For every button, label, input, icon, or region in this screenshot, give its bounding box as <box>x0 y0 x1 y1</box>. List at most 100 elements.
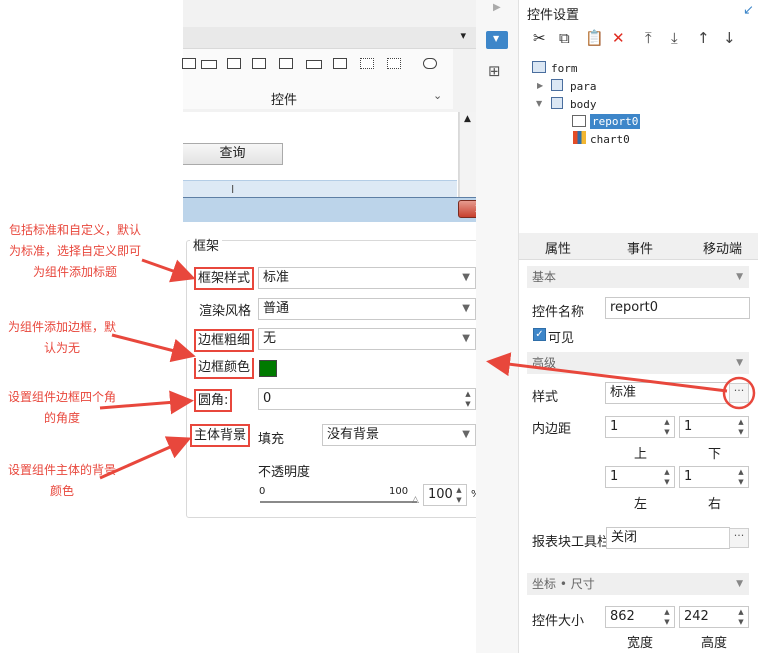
delete-icon[interactable]: ✕ <box>612 29 625 47</box>
advanced-section-header[interactable]: 高级 ▼ <box>527 352 749 374</box>
basic-section-header[interactable]: 基本 ▼ <box>527 266 749 288</box>
spinner-arrows-icon[interactable]: ▲ ▼ <box>662 417 672 437</box>
spinner-arrows-icon[interactable]: ▲ ▼ <box>736 467 746 487</box>
width-input[interactable]: 862 ▲ ▼ <box>605 606 675 628</box>
chevron-down-icon[interactable]: ⌄ <box>433 89 442 102</box>
textbox-widget-icon[interactable] <box>182 58 196 69</box>
collapse-icon[interactable]: ▾ <box>460 29 466 42</box>
padding-bottom-caption: 下 <box>708 447 722 462</box>
layout-tab-icon[interactable]: ⊞ <box>488 62 501 80</box>
tree-item-para[interactable]: para <box>570 80 597 93</box>
corner-radius-label: 圆角: <box>194 389 233 412</box>
query-button[interactable]: 查询 <box>183 143 283 165</box>
fill-label: 填充 <box>258 432 285 447</box>
radio-widget-icon[interactable] <box>360 58 374 69</box>
height-value: 242 <box>684 609 709 624</box>
spinner-arrows-icon[interactable]: ▲ ▼ <box>662 607 672 627</box>
visible-checkbox[interactable]: ✓ <box>533 328 546 341</box>
spinner-arrows-icon[interactable]: ▲ ▼ <box>662 467 672 487</box>
size-section-header[interactable]: 坐标 • 尺寸 ▼ <box>527 573 749 595</box>
frame-style-select[interactable]: 标准 ▼ <box>258 267 476 289</box>
textarea-widget-icon[interactable] <box>333 58 347 69</box>
style-label: 样式 <box>532 390 559 405</box>
report-toolbar-more-button[interactable]: ··· <box>729 528 749 548</box>
query-widget-icon[interactable] <box>423 58 437 69</box>
border-width-select[interactable]: 无 ▼ <box>258 328 476 350</box>
tab-attributes[interactable]: 属性 <box>545 238 571 257</box>
tab-mobile[interactable]: 移动端 <box>703 238 742 257</box>
chevron-down-icon: ▼ <box>462 429 470 440</box>
chevron-down-icon: ▼ <box>462 272 470 283</box>
body-icon <box>551 97 563 109</box>
move-down-icon[interactable]: ↓ <box>723 29 736 47</box>
padding-right-value: 1 <box>684 469 693 484</box>
body-background-select[interactable]: 没有背景 ▼ <box>322 424 476 446</box>
body-background-value: 没有背景 <box>327 427 380 442</box>
tree-item-body[interactable]: body <box>570 98 597 111</box>
move-top-icon[interactable]: ⤒ <box>645 29 652 47</box>
button-widget-icon[interactable] <box>201 60 217 69</box>
visible-label: 可见 <box>548 331 575 346</box>
chart-icon <box>573 131 586 144</box>
widget-size-label: 控件大小 <box>532 614 585 629</box>
widget-name-label: 控件名称 <box>532 305 585 320</box>
padding-left-input[interactable]: 1 ▲ ▼ <box>605 466 675 488</box>
opacity-slider[interactable] <box>260 501 417 503</box>
opacity-slider-thumb[interactable]: △ <box>412 495 420 505</box>
size-section-title: 坐标 • 尺寸 <box>532 577 595 591</box>
report-toolbar-input[interactable]: 关闭 <box>606 527 730 549</box>
move-bottom-icon[interactable]: ⤓ <box>671 29 678 47</box>
border-color-swatch[interactable] <box>259 360 277 377</box>
date-widget-icon[interactable] <box>252 58 266 69</box>
spinner-arrows-icon[interactable]: ▲ ▼ <box>454 485 464 505</box>
chevron-down-icon: ▼ <box>462 333 470 344</box>
expand-arrow-icon[interactable]: ▶ <box>493 2 501 13</box>
widget-settings-tab-icon[interactable]: ▼ <box>486 31 508 49</box>
render-style-value: 普通 <box>263 301 290 316</box>
border-width-value: 无 <box>263 331 277 346</box>
annotation-frame-style: 包括标准和自定义，默认为标准，选择自定义即可为组件添加标题 <box>8 223 141 279</box>
chevron-down-icon: ▼ <box>462 303 470 314</box>
scroll-up-icon[interactable]: ▲ <box>464 114 471 124</box>
spinner-arrows-icon[interactable]: ▲ ▼ <box>736 607 746 627</box>
padding-right-input[interactable]: 1 ▲ ▼ <box>679 466 749 488</box>
collapse-tree-icon[interactable]: ▼ <box>536 99 542 108</box>
style-input[interactable]: 标准 <box>605 382 730 404</box>
calendar-widget-icon[interactable] <box>279 58 293 69</box>
tree-item-chart0[interactable]: chart0 <box>590 133 630 146</box>
expand-icon[interactable]: ▶ <box>537 81 543 90</box>
tree-item-form[interactable]: form <box>551 62 578 75</box>
padding-label: 内边距 <box>532 422 572 437</box>
copy-icon[interactable]: ⧉ <box>559 29 570 47</box>
chevron-down-icon: ▼ <box>736 272 743 282</box>
padding-top-input[interactable]: 1 ▲ ▼ <box>605 416 675 438</box>
corner-radius-input[interactable]: 0 ▲ ▼ <box>258 388 476 410</box>
cut-icon[interactable]: ✂ <box>533 29 546 47</box>
pin-icon[interactable]: ↙ <box>743 3 754 18</box>
render-style-select[interactable]: 普通 ▼ <box>258 298 476 320</box>
tab-events[interactable]: 事件 <box>627 238 653 257</box>
widget-name-input[interactable]: report0 <box>605 297 750 319</box>
opacity-input[interactable]: 100 ▲ ▼ <box>423 484 467 506</box>
number-widget-icon[interactable] <box>306 60 322 69</box>
side-toolbar <box>476 0 519 653</box>
padding-left-caption: 左 <box>634 497 648 512</box>
combobox-widget-icon[interactable] <box>227 58 241 69</box>
frame-group-title: 框架 <box>190 235 223 254</box>
padding-bottom-input[interactable]: 1 ▲ ▼ <box>679 416 749 438</box>
spinner-arrows-icon[interactable]: ▲ ▼ <box>463 389 473 409</box>
tree-item-report0[interactable]: report0 <box>590 114 641 129</box>
style-more-button[interactable]: ··· <box>729 383 749 403</box>
move-up-icon[interactable]: ↑ <box>697 29 710 47</box>
frame-style-label: 框架样式 <box>194 267 255 290</box>
corner-radius-value: 0 <box>263 391 272 406</box>
body-background-label: 主体背景 <box>190 424 251 447</box>
opacity-value: 100 <box>428 487 453 502</box>
checkbox-widget-icon[interactable] <box>387 58 401 69</box>
basic-section-title: 基本 <box>532 270 557 284</box>
padding-top-caption: 上 <box>634 447 648 462</box>
paste-icon[interactable]: 📋 <box>585 29 604 47</box>
width-caption: 宽度 <box>627 636 654 651</box>
spinner-arrows-icon[interactable]: ▲ ▼ <box>736 417 746 437</box>
height-input[interactable]: 242 ▲ ▼ <box>679 606 749 628</box>
